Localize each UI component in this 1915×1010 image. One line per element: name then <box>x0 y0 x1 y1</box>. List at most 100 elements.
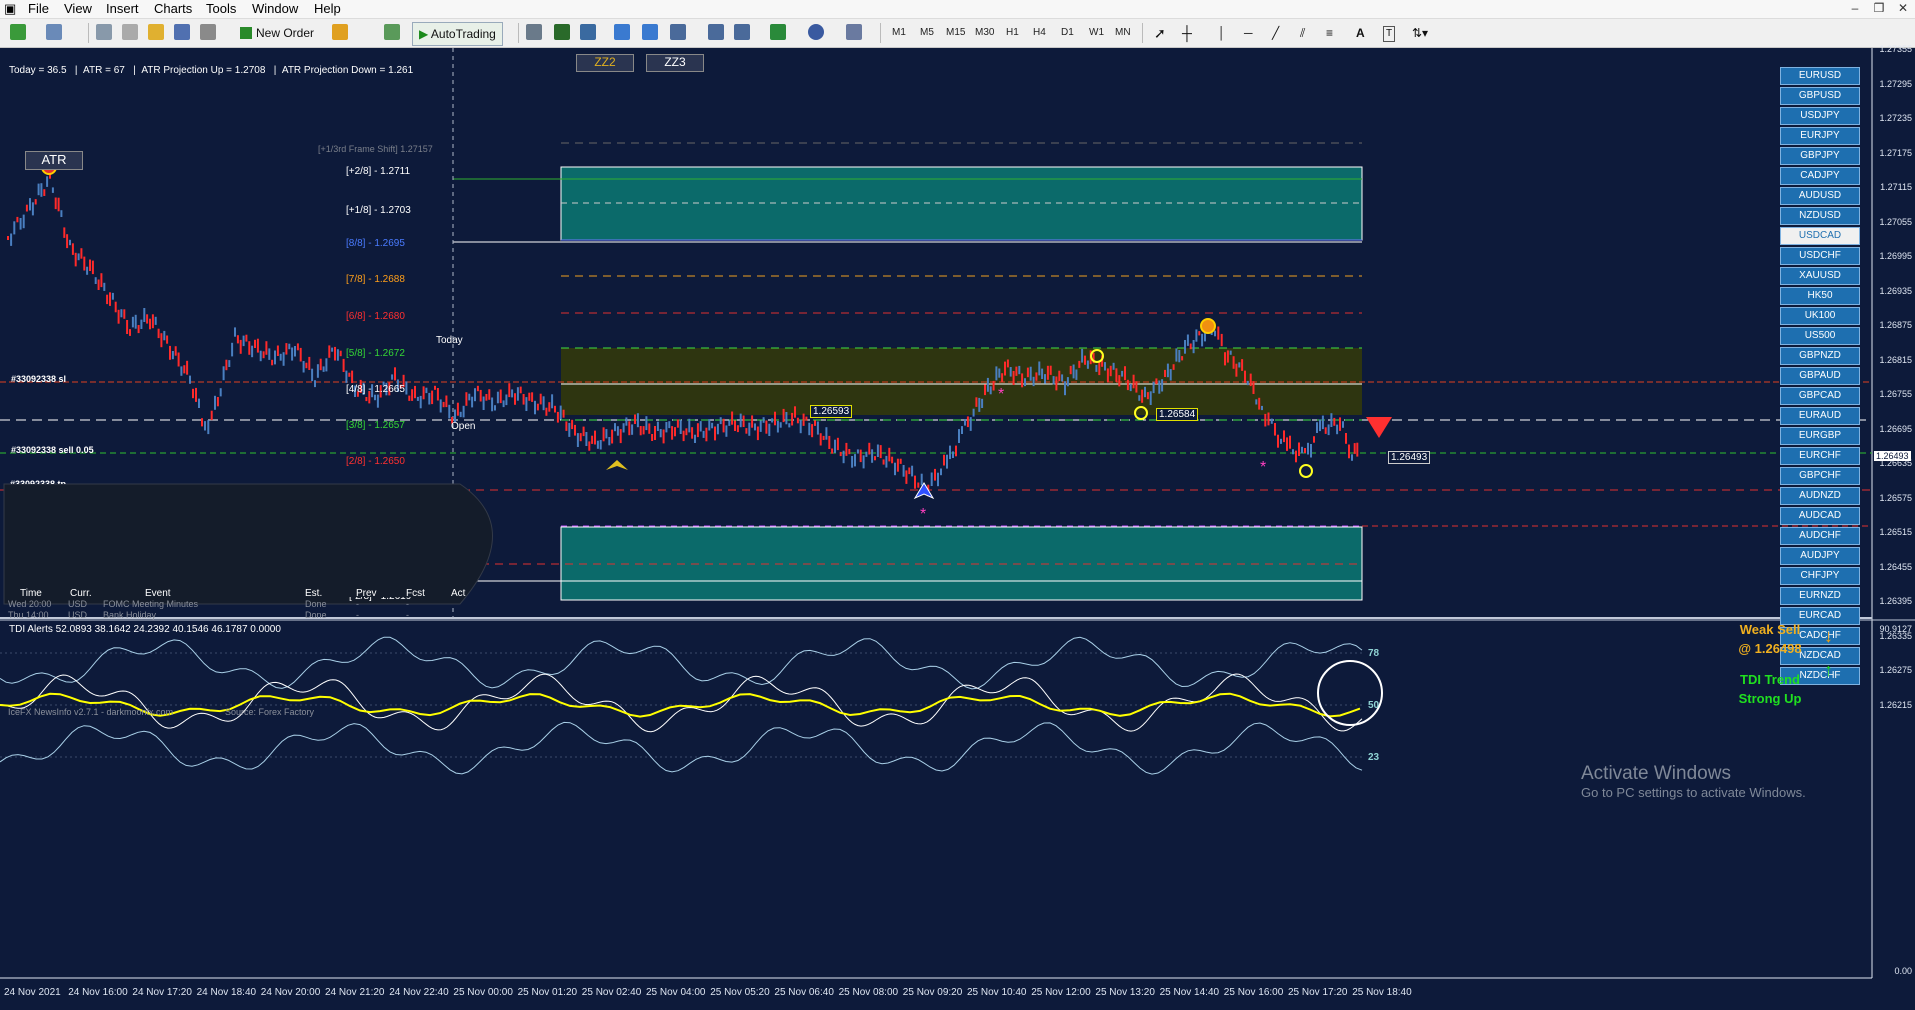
news-row-event: Bank Holiday <box>103 610 157 620</box>
symbol-button-gbpusd[interactable]: GBPUSD <box>1780 87 1860 105</box>
symbol-button-audnzd[interactable]: AUDNZD <box>1780 487 1860 505</box>
symbol-button-audusd[interactable]: AUDUSD <box>1780 187 1860 205</box>
tile-windows-icon[interactable] <box>670 24 686 40</box>
symbol-button-cadjpy[interactable]: CADJPY <box>1780 167 1860 185</box>
price-axis-label: 1.26695 <box>1879 423 1912 434</box>
app-icon[interactable]: ▣ <box>4 1 16 17</box>
price-axis-label: 1.26755 <box>1879 389 1912 399</box>
price-axis-label: 1.26215 <box>1879 699 1912 710</box>
timeframe-m1[interactable]: M1 <box>892 24 906 42</box>
bar-chart-icon[interactable] <box>526 24 542 40</box>
zoom-in-icon[interactable] <box>614 24 630 40</box>
terminal-icon[interactable] <box>174 24 190 40</box>
news-footer-source: IceFX NewsInfo v2.7.1 - darkmoonfx.com <box>8 707 174 717</box>
chart-shift-icon[interactable] <box>734 24 750 40</box>
symbol-button-usdcad[interactable]: USDCAD <box>1780 227 1860 245</box>
indicators-icon[interactable] <box>770 24 786 40</box>
symbol-button-gbpcad[interactable]: GBPCAD <box>1780 387 1860 405</box>
tdi-axis-max: 90.9127 <box>1879 624 1912 634</box>
news-col-estimate: Est. <box>305 588 323 599</box>
new-order-button[interactable]: New Order <box>240 22 314 44</box>
timeframe-m15[interactable]: M15 <box>946 24 965 42</box>
news-panel <box>3 483 493 605</box>
new-chart-icon[interactable] <box>10 24 26 40</box>
news-col-currency: Curr. <box>70 588 92 599</box>
news-row-previous: - <box>356 610 359 620</box>
horizontal-line-icon[interactable]: ─ <box>1244 22 1253 44</box>
metaeditor-icon[interactable] <box>332 24 348 40</box>
menu-charts[interactable]: Charts <box>154 1 192 16</box>
price-axis-label: 1.27055 <box>1879 216 1912 227</box>
symbol-button-audjpy[interactable]: AUDJPY <box>1780 547 1860 565</box>
fibonacci-icon[interactable]: ≡ <box>1326 22 1333 44</box>
restore-button[interactable]: ❒ <box>1867 1 1891 15</box>
symbol-button-audcad[interactable]: AUDCAD <box>1780 507 1860 525</box>
vertical-line-icon[interactable]: │ <box>1218 22 1226 44</box>
symbol-button-euraud[interactable]: EURAUD <box>1780 407 1860 425</box>
timeframe-d1[interactable]: D1 <box>1061 24 1074 42</box>
symbol-button-gbpnzd[interactable]: GBPNZD <box>1780 347 1860 365</box>
trendline-icon[interactable]: ╱ <box>1272 22 1279 44</box>
header-indicator-text: Today = 36.5 | ATR = 67 | ATR Projection… <box>9 65 414 76</box>
symbol-button-eurchf[interactable]: EURCHF <box>1780 447 1860 465</box>
navigator-icon[interactable] <box>122 24 138 40</box>
channel-icon[interactable]: ⫽ <box>1300 22 1305 44</box>
text-icon[interactable]: A <box>1356 22 1365 44</box>
periods-icon[interactable] <box>808 24 824 40</box>
data-window-icon[interactable] <box>148 24 164 40</box>
market-watch-icon[interactable] <box>96 24 112 40</box>
tester-icon[interactable] <box>200 24 216 40</box>
tdi-title: TDI Alerts 52.0893 38.1642 24.2392 40.15… <box>9 624 281 635</box>
symbol-button-uk100[interactable]: UK100 <box>1780 307 1860 325</box>
signals-icon[interactable] <box>384 24 400 40</box>
symbol-button-gbpaud[interactable]: GBPAUD <box>1780 367 1860 385</box>
crosshair-icon[interactable]: ┼ <box>1182 22 1192 44</box>
menu-tools[interactable]: Tools <box>206 1 236 16</box>
menu-file[interactable]: File <box>28 1 49 16</box>
time-axis-label: 24 Nov 21:20 <box>325 987 385 998</box>
zoom-out-icon[interactable] <box>642 24 658 40</box>
current-price-label: 1.26493 <box>1874 451 1911 461</box>
symbol-button-nzdusd[interactable]: NZDUSD <box>1780 207 1860 225</box>
text-label-icon[interactable]: T <box>1383 26 1396 42</box>
line-chart-icon[interactable] <box>580 24 596 40</box>
autotrading-button[interactable]: ▶ AutoTrading <box>412 22 503 46</box>
symbol-button-eurjpy[interactable]: EURJPY <box>1780 127 1860 145</box>
minimize-button[interactable]: – <box>1843 1 1867 15</box>
symbol-button-gbpjpy[interactable]: GBPJPY <box>1780 147 1860 165</box>
chart-window[interactable]: * * * Today = 36.5 | ATR = 67 | ATR Projec… <box>0 44 1915 1010</box>
timeframe-h1[interactable]: H1 <box>1006 24 1019 42</box>
menu-view[interactable]: View <box>64 1 92 16</box>
menu-insert[interactable]: Insert <box>106 1 139 16</box>
timeframe-m5[interactable]: M5 <box>920 24 934 42</box>
symbol-button-usdchf[interactable]: USDCHF <box>1780 247 1860 265</box>
zz2-button[interactable]: ZZ2 <box>576 54 634 72</box>
auto-scroll-icon[interactable] <box>708 24 724 40</box>
timeframe-m30[interactable]: M30 <box>975 24 994 42</box>
timeframe-mn[interactable]: MN <box>1115 24 1131 42</box>
profiles-icon[interactable] <box>46 24 62 40</box>
close-button[interactable]: ✕ <box>1891 1 1915 15</box>
candlestick-icon[interactable] <box>554 24 570 40</box>
cursor-icon[interactable]: ➚ <box>1154 22 1166 44</box>
menu-help[interactable]: Help <box>314 1 341 16</box>
symbol-button-hk50[interactable]: HK50 <box>1780 287 1860 305</box>
symbol-button-eurusd[interactable]: EURUSD <box>1780 67 1860 85</box>
symbol-button-gbpchf[interactable]: GBPCHF <box>1780 467 1860 485</box>
symbol-button-eurgbp[interactable]: EURGBP <box>1780 427 1860 445</box>
symbol-button-xauusd[interactable]: XAUUSD <box>1780 267 1860 285</box>
symbol-button-usdjpy[interactable]: USDJPY <box>1780 107 1860 125</box>
templates-icon[interactable] <box>846 24 862 40</box>
timeframe-h4[interactable]: H4 <box>1033 24 1046 42</box>
time-axis-label: 24 Nov 16:00 <box>68 987 128 998</box>
time-axis-label: 25 Nov 16:00 <box>1223 987 1284 998</box>
menu-window[interactable]: Window <box>252 1 298 16</box>
symbol-button-us500[interactable]: US500 <box>1780 327 1860 345</box>
atr-button[interactable]: ATR <box>25 151 83 170</box>
zz3-button[interactable]: ZZ3 <box>646 54 704 72</box>
timeframe-w1[interactable]: W1 <box>1089 24 1104 42</box>
arrows-icon[interactable]: ⇅▾ <box>1412 22 1428 44</box>
symbol-button-eurnzd[interactable]: EURNZD <box>1780 587 1860 605</box>
symbol-button-audchf[interactable]: AUDCHF <box>1780 527 1860 545</box>
symbol-button-chfjpy[interactable]: CHFJPY <box>1780 567 1860 585</box>
